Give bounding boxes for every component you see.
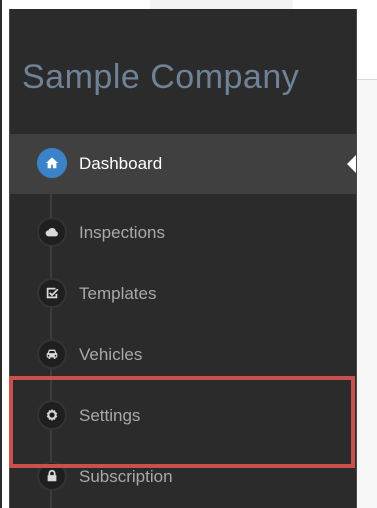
checkbox-icon [37,278,67,308]
sidebar-item-subscription[interactable]: Subscription [9,447,356,507]
sidebar-item-templates[interactable]: Templates [9,264,356,324]
sidebar-item-inspections[interactable]: Inspections [9,203,356,263]
main-content-area [357,80,377,508]
sidebar-item-label: Inspections [79,223,165,242]
sidebar-item-label: Dashboard [79,154,163,173]
active-indicator [347,155,356,173]
sidebar-item-vehicles[interactable]: Vehicles [9,325,356,385]
lock-icon [37,461,67,491]
sidebar-item-dashboard[interactable]: Dashboard [9,134,356,194]
header-area [357,9,377,80]
home-icon [37,148,67,178]
sidebar-item-label: Subscription [79,467,173,486]
sidebar-item-settings[interactable]: Settings [9,386,356,446]
company-name: Sample Company [22,58,300,96]
car-icon [37,339,67,369]
cloud-icon [37,217,67,247]
window-edge [0,0,2,508]
sidebar-item-label: Templates [79,284,157,303]
sidebar-item-label: Settings [79,406,141,425]
sidebar-item-label: Vehicles [79,345,143,364]
gear-icon [37,400,67,430]
